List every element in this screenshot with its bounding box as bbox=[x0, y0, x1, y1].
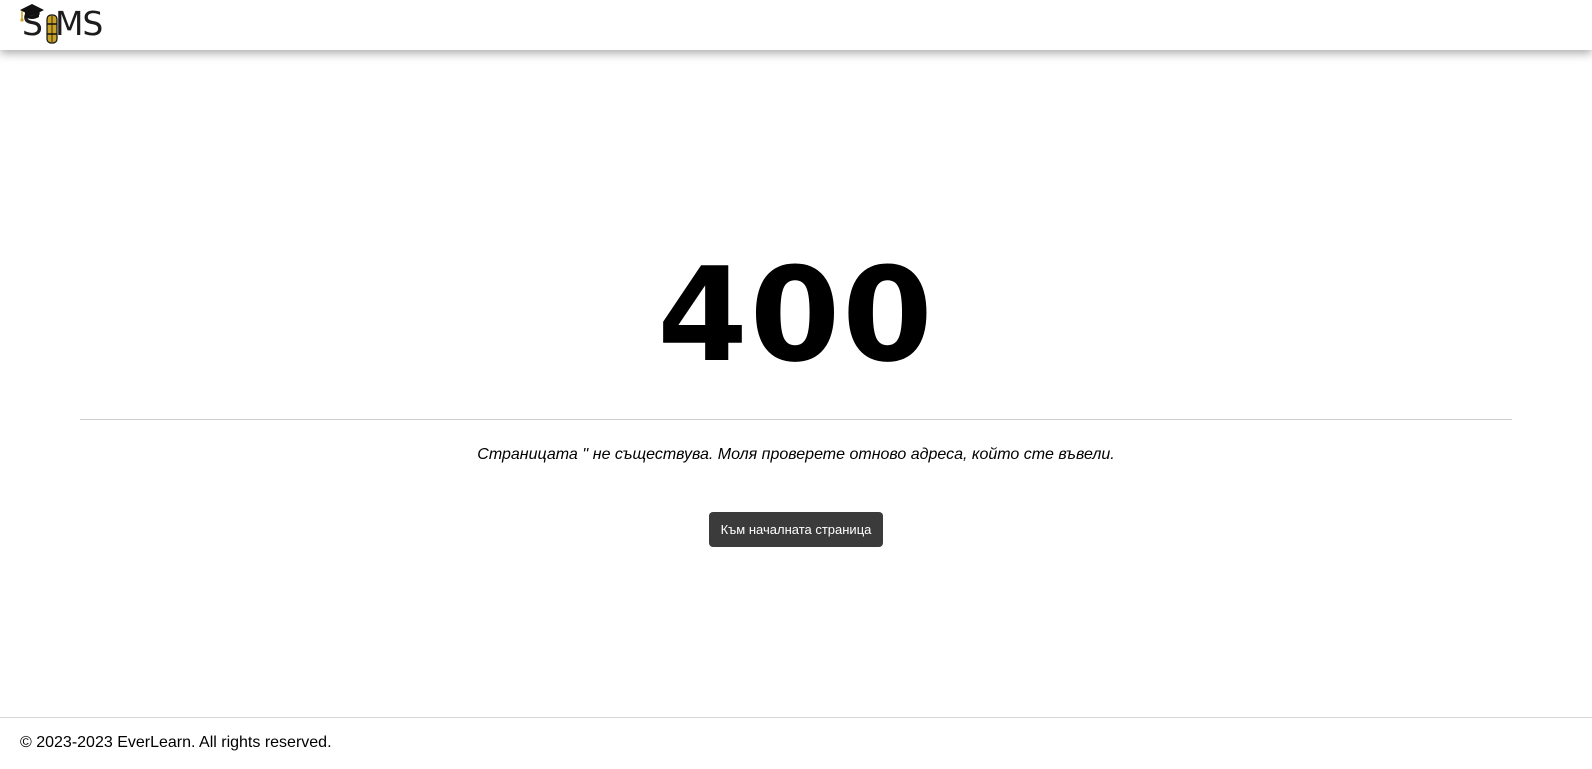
error-message: Страницата '' не съществува. Моля провер… bbox=[477, 446, 1115, 463]
top-navbar: S MS bbox=[0, 0, 1592, 50]
diploma-scroll-icon bbox=[46, 14, 58, 44]
graduation-cap-icon bbox=[20, 4, 44, 22]
sims-logo[interactable]: S MS bbox=[18, 2, 118, 46]
error-code: 400 bbox=[657, 239, 935, 391]
error-page: 400 Страницата '' не съществува. Моля пр… bbox=[0, 50, 1592, 718]
footer: © 2023-2023 EverLearn. All rights reserv… bbox=[0, 717, 1592, 769]
copyright-text: © 2023-2023 EverLearn. All rights reserv… bbox=[20, 734, 332, 751]
divider bbox=[80, 419, 1512, 420]
home-button[interactable]: Към началната страница bbox=[709, 512, 883, 547]
